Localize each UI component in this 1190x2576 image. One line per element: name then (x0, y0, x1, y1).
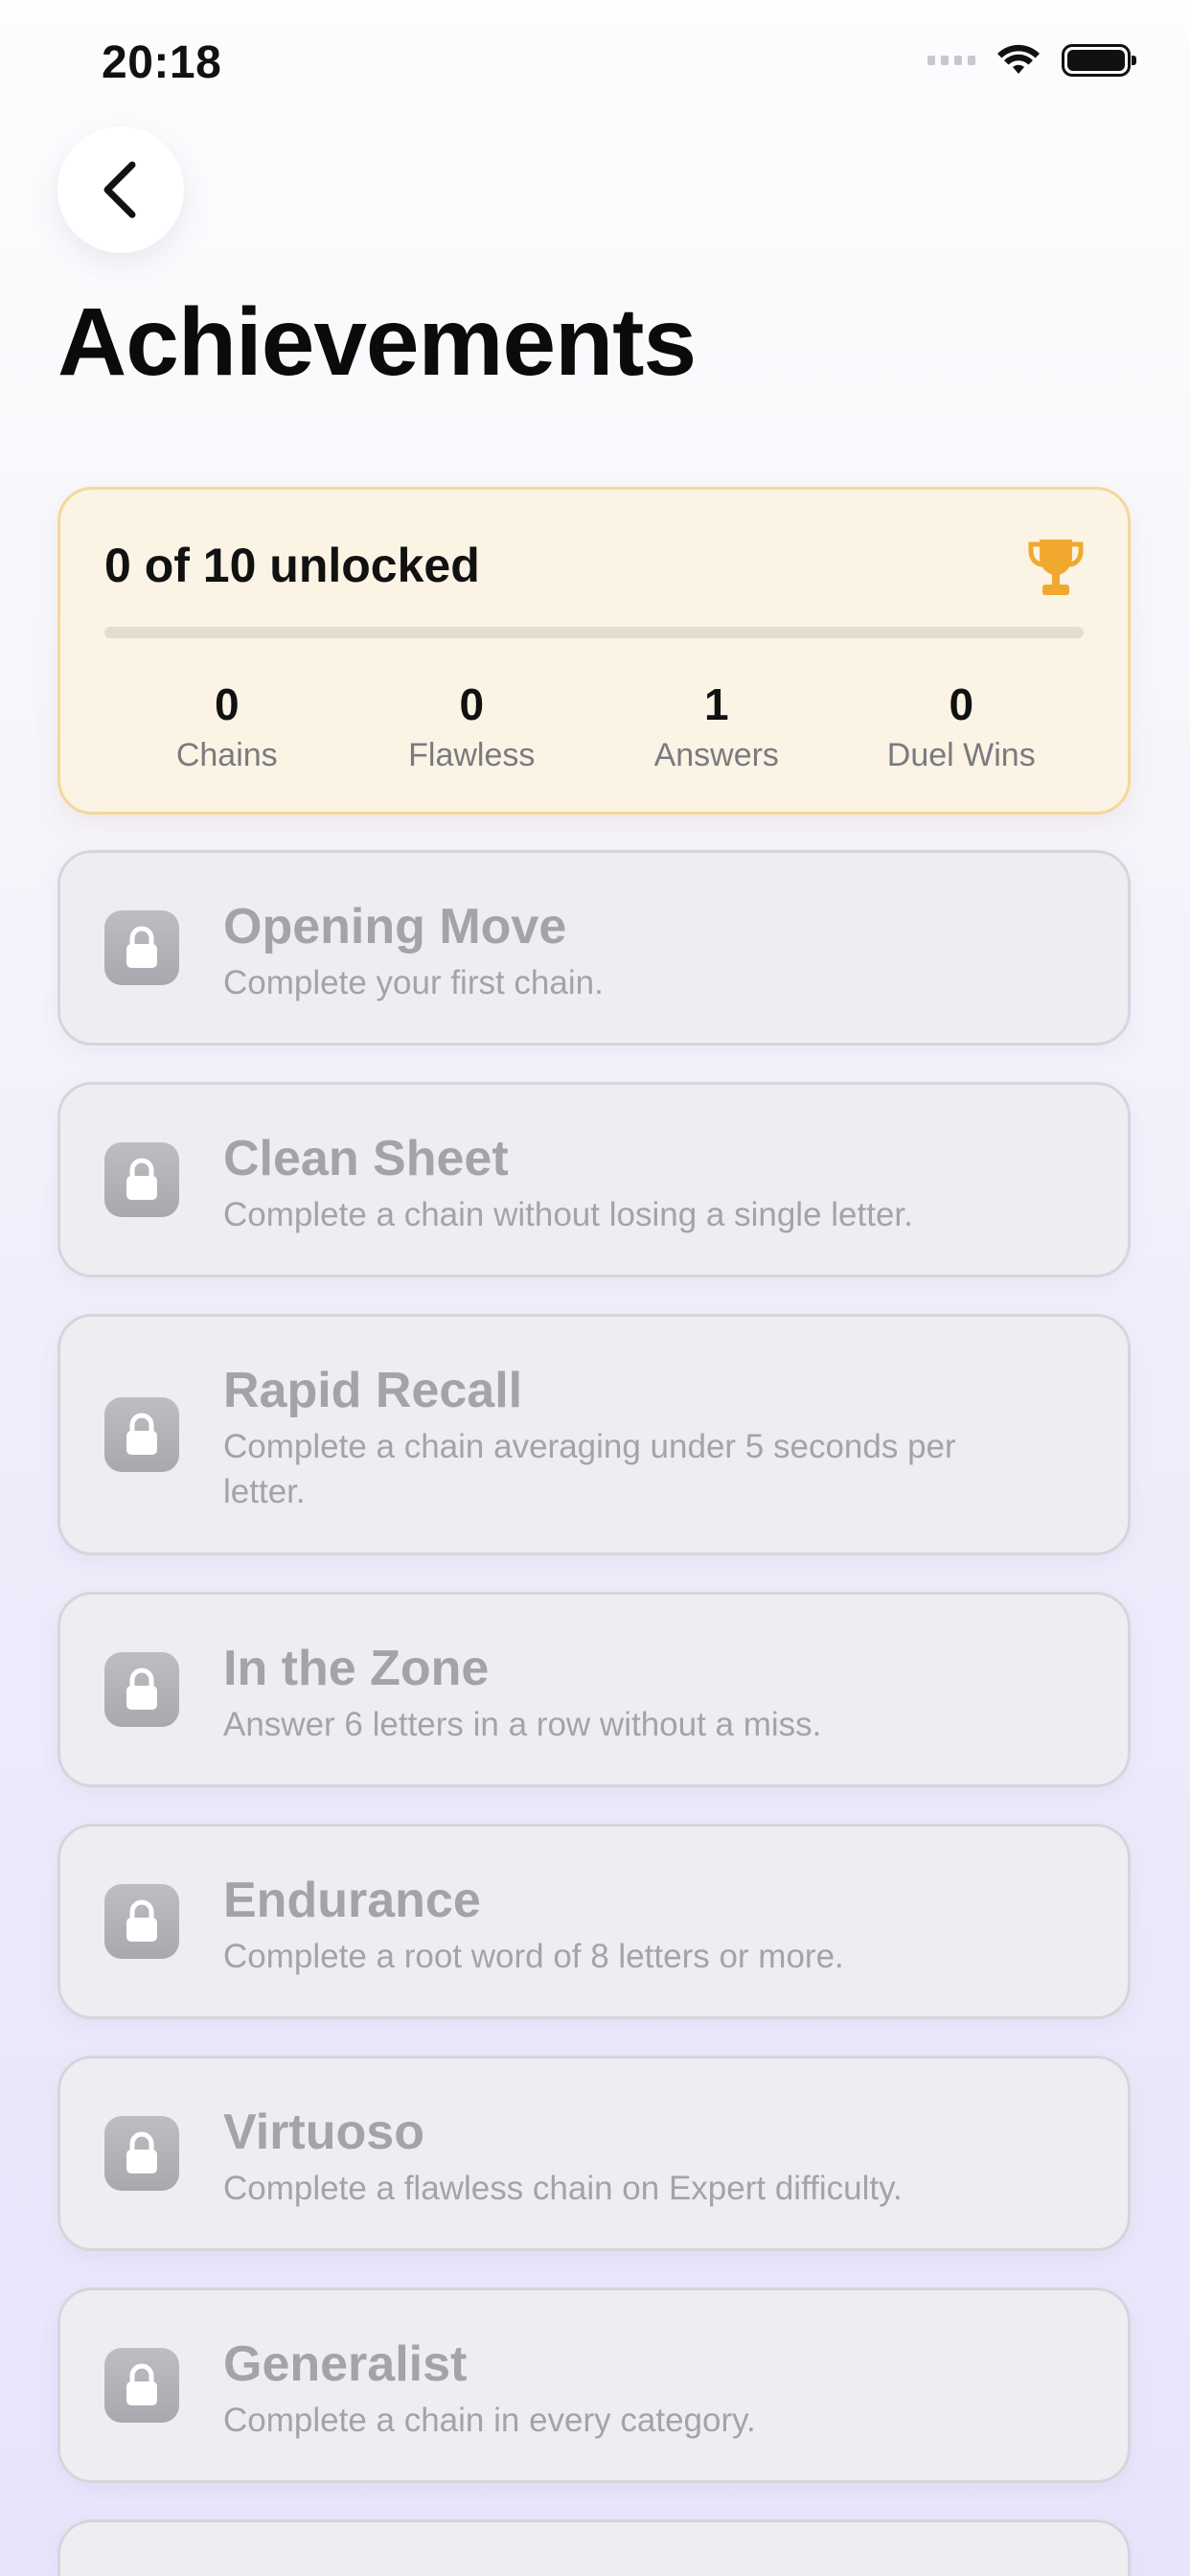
stat-label: Duel Wins (886, 737, 1036, 773)
cellular-signal-icon (927, 56, 975, 65)
battery-icon (1062, 44, 1136, 77)
page-title: Achievements (57, 288, 697, 396)
achievement-card-partial[interactable] (57, 2519, 1131, 2576)
achievement-in-the-zone[interactable]: In the Zone Answer 6 letters in a row wi… (57, 1592, 1131, 1787)
unlock-progress-bar (104, 627, 1084, 638)
lock-icon (104, 1884, 179, 1959)
stat-answers: 1 Answers (594, 677, 839, 776)
stat-duel-wins: 0 Duel Wins (839, 677, 1085, 776)
achievement-virtuoso[interactable]: Virtuoso Complete a flawless chain on Ex… (57, 2056, 1131, 2251)
chevron-left-icon (103, 161, 136, 218)
achievement-endurance[interactable]: Endurance Complete a root word of 8 lett… (57, 1824, 1131, 2019)
status-time: 20:18 (102, 37, 222, 88)
status-icons (927, 44, 1136, 77)
achievement-title: Generalist (223, 2336, 468, 2392)
achievement-title: In the Zone (223, 1641, 490, 1696)
achievement-title: Virtuoso (223, 2104, 424, 2160)
achievements-summary-card: 0 of 10 unlocked 0 Chains 0 Flawless 1 A… (57, 487, 1131, 815)
stat-flawless: 0 Flawless (350, 677, 595, 776)
achievement-description: Complete a root word of 8 letters or mor… (223, 1938, 844, 1975)
stat-value: 0 (214, 679, 240, 729)
wifi-icon (997, 44, 1040, 74)
lock-icon (104, 2348, 179, 2423)
stat-value: 0 (459, 679, 485, 729)
stat-value: 0 (949, 679, 974, 729)
achievement-rapid-recall[interactable]: Rapid Recall Complete a chain averaging … (57, 1314, 1131, 1555)
stat-label: Flawless (408, 737, 536, 773)
back-button[interactable] (57, 126, 184, 253)
achievement-title: Clean Sheet (223, 1131, 509, 1186)
achievement-description: Complete your first chain. (223, 964, 604, 1001)
trophy-icon (1028, 540, 1084, 595)
lock-icon (104, 1652, 179, 1727)
stats-row: 0 Chains 0 Flawless 1 Answers 0 Duel Win… (104, 677, 1084, 776)
stat-value: 1 (703, 679, 729, 729)
achievement-title: Opening Move (223, 899, 567, 954)
lock-icon (104, 1142, 179, 1217)
achievement-description: Complete a flawless chain on Expert diff… (223, 2170, 903, 2207)
lock-icon (104, 1397, 179, 1472)
achievement-description: Complete a chain in every category. (223, 2402, 756, 2439)
achievement-description: Answer 6 letters in a row without a miss… (223, 1706, 822, 1743)
lock-icon (104, 2116, 179, 2191)
stat-label: Answers (653, 737, 779, 773)
achievement-title: Rapid Recall (223, 1363, 523, 1418)
unlocked-count: 0 of 10 unlocked (104, 539, 480, 592)
achievement-generalist[interactable]: Generalist Complete a chain in every cat… (57, 2288, 1131, 2483)
stat-label: Chains (175, 737, 278, 773)
achievement-description: Complete a chain without losing a single… (223, 1196, 913, 1233)
lock-icon (104, 910, 179, 985)
status-bar: 20:18 (0, 0, 1190, 125)
achievement-description: Complete a chain averaging under 5 secon… (223, 1428, 956, 1510)
achievement-opening-move[interactable]: Opening Move Complete your first chain. (57, 850, 1131, 1046)
stat-chains: 0 Chains (104, 677, 350, 776)
achievement-title: Endurance (223, 1873, 481, 1928)
achievement-clean-sheet[interactable]: Clean Sheet Complete a chain without los… (57, 1082, 1131, 1277)
